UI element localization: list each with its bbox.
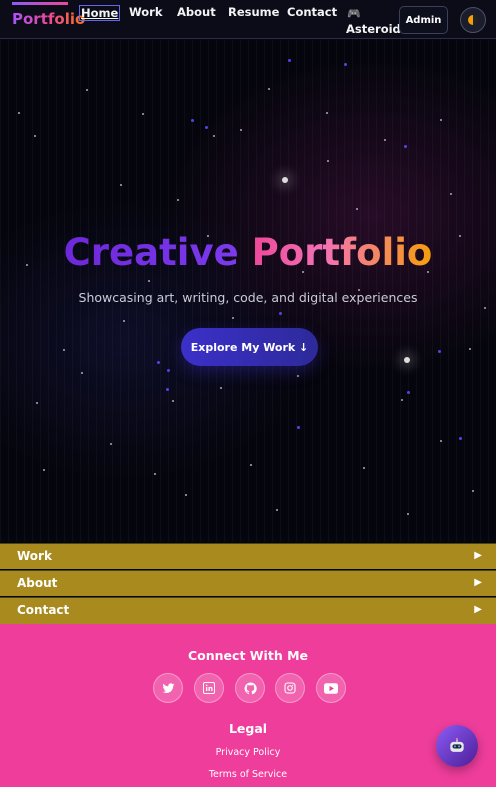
hero-title-part1: Creative (63, 231, 239, 274)
star (440, 119, 442, 121)
github-icon (244, 682, 257, 694)
section-work-toggle[interactable]: Work ▶ (0, 543, 496, 569)
hero-section: Creative Portfolio Showcasing art, writi… (0, 39, 496, 542)
star-blue (167, 369, 170, 372)
star (440, 440, 442, 442)
star (213, 135, 215, 137)
star (154, 473, 156, 475)
star (407, 513, 409, 515)
star (363, 467, 365, 469)
instagram-icon (284, 682, 296, 694)
star (110, 443, 112, 445)
linkedin-link[interactable] (194, 673, 224, 703)
section-contact-toggle[interactable]: Contact ▶ (0, 597, 496, 624)
section-label: Contact (17, 603, 70, 617)
section-label: Work (17, 549, 52, 563)
star (469, 348, 471, 350)
star-blue (288, 59, 291, 62)
hero-subtitle: Showcasing art, writing, code, and digit… (78, 290, 418, 305)
star-blue (438, 350, 441, 353)
admin-button[interactable]: Admin (399, 6, 448, 34)
star (148, 280, 150, 282)
robot-icon (450, 737, 464, 752)
privacy-policy-link[interactable]: Privacy Policy (0, 747, 496, 758)
star (86, 89, 88, 91)
star (120, 184, 122, 186)
star (356, 208, 358, 210)
nav-link-work[interactable]: Work (129, 5, 163, 19)
star-blue (166, 388, 169, 391)
star (81, 372, 83, 374)
nav-link-resume[interactable]: Resume (228, 5, 279, 19)
star (123, 320, 125, 322)
star (384, 139, 386, 141)
star (172, 400, 174, 402)
star (240, 129, 242, 131)
star (250, 464, 252, 466)
star-blue (297, 426, 300, 429)
star (276, 509, 278, 511)
star (36, 402, 38, 404)
twitter-icon (162, 682, 174, 693)
star (401, 399, 403, 401)
connect-heading: Connect With Me (188, 648, 308, 663)
star (326, 112, 328, 114)
star (268, 88, 270, 90)
chat-assistant-button[interactable] (436, 725, 478, 767)
section-about-toggle[interactable]: About ▶ (0, 570, 496, 596)
legal-heading: Legal (228, 721, 268, 736)
nav-link-home[interactable]: Home (79, 5, 121, 21)
star-blue (344, 63, 347, 66)
star (18, 112, 20, 114)
chevron-right-icon: ▶ (474, 604, 482, 615)
nav-link-contact[interactable]: Contact (287, 5, 337, 19)
star (43, 469, 45, 471)
twitter-link[interactable] (153, 673, 183, 703)
half-moon-icon (468, 15, 478, 25)
star (327, 160, 329, 162)
footer: Connect With Me Legal Privacy Policy Ter… (0, 624, 496, 787)
star (63, 349, 65, 351)
star-blue (279, 312, 282, 315)
terms-of-service-link[interactable]: Terms of Service (0, 769, 496, 780)
youtube-link[interactable] (316, 673, 346, 703)
glow-star (404, 357, 410, 363)
star-blue (404, 145, 407, 148)
section-label: About (17, 576, 58, 590)
star-blue (407, 391, 410, 394)
github-link[interactable] (235, 673, 265, 703)
nav-link-about[interactable]: About (177, 5, 216, 19)
star (177, 199, 179, 201)
hero-title: Creative Portfolio (0, 231, 496, 274)
star (297, 375, 299, 377)
instagram-link[interactable] (275, 673, 305, 703)
explore-work-button[interactable]: Explore My Work ↓ (181, 328, 318, 366)
brand-accent-bar (12, 2, 68, 5)
star-blue (157, 361, 160, 364)
star (34, 135, 36, 137)
gamepad-icon[interactable]: 🎮 (347, 7, 361, 20)
youtube-icon (324, 682, 338, 694)
star (232, 317, 234, 319)
theme-toggle-button[interactable] (460, 7, 486, 33)
star (185, 494, 187, 496)
star (220, 387, 222, 389)
glow-star (282, 177, 288, 183)
star (142, 113, 144, 115)
star-blue (459, 437, 462, 440)
star-blue (191, 119, 194, 122)
chevron-right-icon: ▶ (474, 577, 482, 588)
star-blue (205, 126, 208, 129)
star (450, 193, 452, 195)
star (484, 307, 486, 309)
star (472, 490, 474, 492)
brand-logo[interactable]: Portfolio (12, 10, 85, 28)
linkedin-icon (203, 682, 215, 694)
top-nav: Portfolio Home Work About Resume Contact… (0, 0, 496, 39)
hero-title-part2: Portfolio (251, 231, 433, 274)
chevron-right-icon: ▶ (474, 550, 482, 561)
